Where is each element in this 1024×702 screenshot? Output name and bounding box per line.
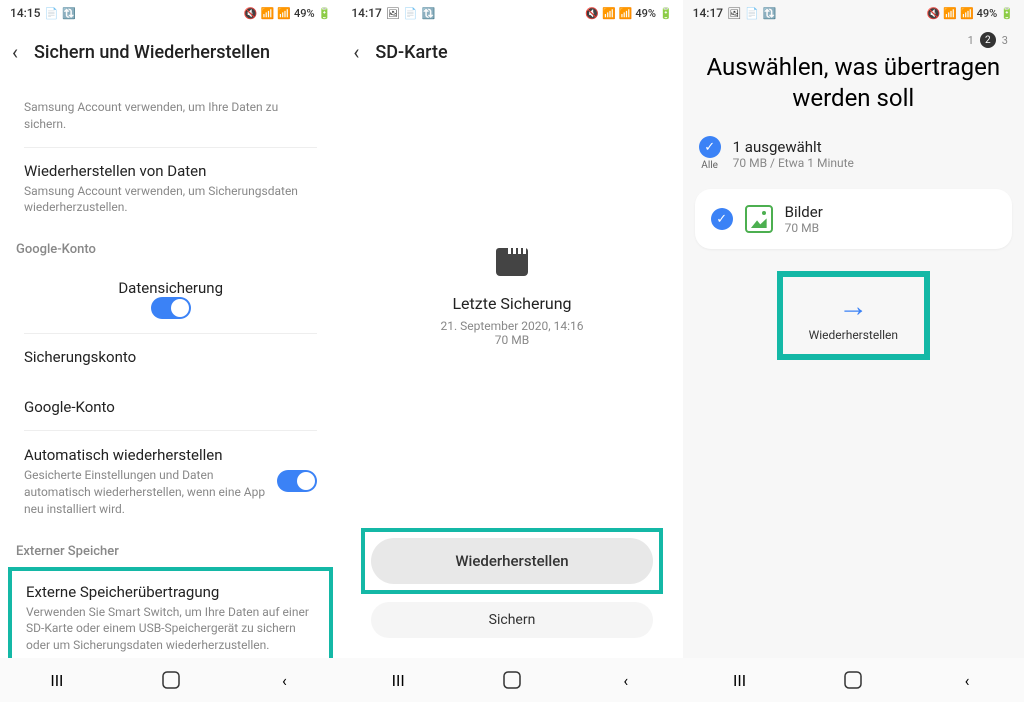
status-icon: 🖼 bbox=[727, 7, 741, 20]
backup-account-item[interactable]: Sicherungskonto bbox=[8, 334, 333, 380]
home-button[interactable] bbox=[841, 668, 865, 692]
external-transfer-highlight: Externe Speicherübertragung Verwenden Si… bbox=[8, 567, 333, 658]
images-row[interactable]: ✓ Bilder 70 MB bbox=[695, 193, 1012, 245]
status-icon: 🖼 bbox=[386, 7, 400, 20]
page-header: ‹ SD-Karte bbox=[341, 26, 682, 78]
navigation-bar: III ‹ bbox=[683, 658, 1024, 702]
item-title: Datensicherung bbox=[118, 279, 223, 297]
home-button[interactable] bbox=[159, 668, 183, 692]
step-3: 3 bbox=[1002, 34, 1008, 47]
status-time: 14:17 bbox=[351, 6, 381, 20]
recent-apps-button[interactable]: III bbox=[386, 668, 410, 692]
mute-icon: 🔇 bbox=[927, 7, 941, 20]
battery-percent: 49% bbox=[294, 7, 315, 20]
external-transfer-item[interactable]: Externe Speicherübertragung Verwenden Si… bbox=[12, 571, 329, 658]
data-backup-item[interactable]: Datensicherung bbox=[8, 265, 333, 333]
page-title: Auswählen, was übertragen werden soll bbox=[683, 50, 1024, 126]
select-all-row[interactable]: ✓ Alle 1 ausgewählt 70 MB / Etwa 1 Minut… bbox=[683, 126, 1024, 181]
page-title: SD-Karte bbox=[375, 42, 447, 63]
recent-apps-button[interactable]: III bbox=[45, 668, 69, 692]
wifi-icon: 📶 bbox=[602, 7, 616, 20]
selected-info: 70 MB / Etwa 1 Minute bbox=[733, 156, 854, 170]
home-button[interactable] bbox=[500, 668, 524, 692]
toggle-switch[interactable] bbox=[151, 297, 191, 319]
step-1: 1 bbox=[968, 34, 974, 47]
all-label: Alle bbox=[701, 160, 718, 171]
page-header: ‹ Sichern und Wiederherstellen bbox=[0, 26, 341, 78]
wifi-icon: 📶 bbox=[261, 7, 275, 20]
status-icon: 📄 bbox=[404, 7, 418, 20]
signal-icon: 📶 bbox=[277, 7, 291, 20]
images-size: 70 MB bbox=[785, 221, 823, 235]
item-title: Sicherungskonto bbox=[24, 348, 317, 366]
item-description: Samsung Account verwenden, um Sicherungs… bbox=[24, 183, 317, 217]
status-bar: 14:15 📄 🔃 🔇 📶 📶 49% 🔋 bbox=[0, 0, 341, 26]
sd-card-icon bbox=[496, 248, 528, 276]
battery-percent: 49% bbox=[977, 7, 998, 20]
item-description: Verwenden Sie Smart Switch, um Ihre Date… bbox=[26, 604, 315, 654]
step-2-active: 2 bbox=[980, 32, 996, 48]
battery-icon: 🔋 bbox=[318, 7, 332, 20]
restore-button-highlight: → Wiederherstellen bbox=[777, 271, 930, 360]
item-title: Externe Speicherübertragung bbox=[26, 583, 315, 601]
back-icon[interactable]: ‹ bbox=[12, 40, 18, 64]
back-button[interactable]: ‹ bbox=[614, 668, 638, 692]
samsung-backup-item[interactable]: Samsung Account verwenden, um Ihre Daten… bbox=[8, 82, 333, 147]
item-title: Automatisch wiederherstellen bbox=[24, 446, 223, 464]
status-bar: 14:17 🖼 📄 🔃 🔇 📶 📶 49% 🔋 bbox=[341, 0, 682, 26]
battery-icon: 🔋 bbox=[659, 7, 673, 20]
arrow-right-icon: → bbox=[838, 289, 868, 324]
section-label: Google-Konto bbox=[0, 234, 341, 261]
battery-icon: 🔋 bbox=[1000, 7, 1014, 20]
status-bar: 14:17 🖼 📄 🔃 🔇 📶 📶 49% 🔋 bbox=[683, 0, 1024, 26]
mute-icon: 🔇 bbox=[244, 7, 258, 20]
backup-date: 21. September 2020, 14:16 bbox=[440, 319, 583, 333]
backup-button[interactable]: Sichern bbox=[371, 602, 652, 638]
status-icon: 🔃 bbox=[763, 7, 777, 20]
google-account-item[interactable]: Google-Konto bbox=[8, 384, 333, 430]
auto-restore-item[interactable]: Automatisch wiederherstellen Gesicherte … bbox=[8, 431, 333, 531]
restore-data-item[interactable]: Wiederherstellen von Daten Samsung Accou… bbox=[8, 148, 333, 231]
step-indicator: 1 2 3 bbox=[683, 26, 1024, 50]
check-all-icon[interactable]: ✓ bbox=[699, 136, 721, 158]
page-title: Sichern und Wiederherstellen bbox=[34, 42, 270, 63]
restore-button-highlight: Wiederherstellen bbox=[361, 528, 662, 594]
item-description: Gesicherte Einstellungen und Daten autom… bbox=[24, 467, 277, 517]
back-button[interactable]: ‹ bbox=[272, 668, 296, 692]
section-label: Externer Speicher bbox=[0, 536, 341, 563]
back-icon[interactable]: ‹ bbox=[353, 40, 359, 64]
restore-button[interactable]: → Wiederherstellen bbox=[809, 289, 898, 342]
check-icon[interactable]: ✓ bbox=[711, 208, 733, 230]
images-label: Bilder bbox=[785, 203, 823, 221]
item-title: Google-Konto bbox=[24, 398, 317, 416]
wifi-icon: 📶 bbox=[943, 7, 957, 20]
signal-icon: 📶 bbox=[619, 7, 633, 20]
status-time: 14:15 bbox=[10, 6, 40, 20]
status-icon: 📄 bbox=[745, 7, 759, 20]
back-button[interactable]: ‹ bbox=[955, 668, 979, 692]
item-title: Wiederherstellen von Daten bbox=[24, 162, 317, 180]
toggle-switch[interactable] bbox=[277, 470, 317, 492]
status-time: 14:17 bbox=[693, 6, 723, 20]
navigation-bar: III ‹ bbox=[341, 658, 682, 702]
status-icon: 🔃 bbox=[421, 7, 435, 20]
selected-count: 1 ausgewählt bbox=[733, 138, 854, 156]
restore-label: Wiederherstellen bbox=[809, 328, 898, 342]
backup-size: 70 MB bbox=[495, 333, 529, 347]
images-icon bbox=[745, 205, 773, 233]
mute-icon: 🔇 bbox=[585, 7, 599, 20]
restore-button[interactable]: Wiederherstellen bbox=[371, 538, 652, 584]
navigation-bar: III ‹ bbox=[0, 658, 341, 702]
recent-apps-button[interactable]: III bbox=[728, 668, 752, 692]
status-icon: 📄 bbox=[44, 7, 58, 20]
last-backup-label: Letzte Sicherung bbox=[452, 294, 571, 313]
status-icon: 🔃 bbox=[62, 7, 76, 20]
battery-percent: 49% bbox=[635, 7, 656, 20]
item-description: Samsung Account verwenden, um Ihre Daten… bbox=[24, 99, 317, 133]
signal-icon: 📶 bbox=[960, 7, 974, 20]
